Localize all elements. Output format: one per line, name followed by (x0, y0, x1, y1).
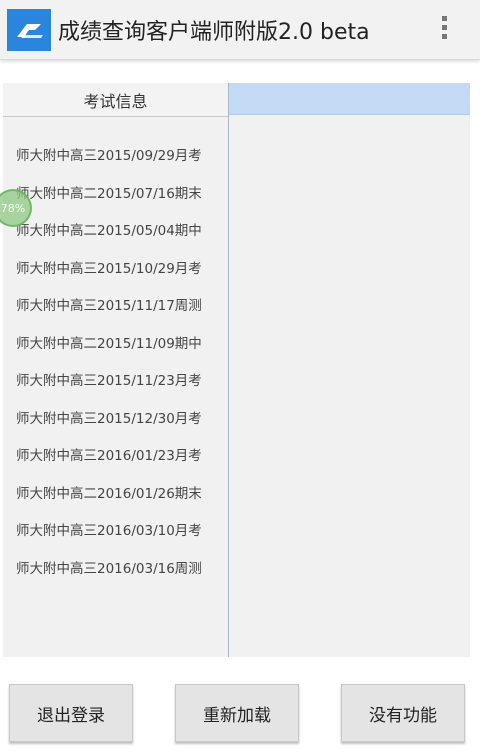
exam-list-item[interactable]: 师大附中高二2016/01/26期末 (3, 476, 228, 514)
app-title: 成绩查询客户端师附版2.0 beta (58, 20, 370, 45)
detail-header (229, 83, 470, 115)
exam-list: 师大附中高三2015/09/29月考 师大附中高二2015/07/16期末 师大… (3, 138, 228, 588)
exam-list-item[interactable]: 师大附中高二2015/11/09期中 (3, 326, 228, 364)
exam-list-item[interactable]: 师大附中高二2015/05/04期中 (3, 213, 228, 251)
exam-list-item[interactable]: 师大附中高三2015/10/29月考 (3, 251, 228, 289)
exam-list-item[interactable]: 师大附中高三2015/09/29月考 (3, 138, 228, 176)
no-function-button[interactable]: 没有功能 (341, 684, 465, 742)
app-logo-icon (7, 9, 51, 51)
reload-button[interactable]: 重新加载 (175, 684, 299, 742)
exam-list-item[interactable]: 师大附中高三2015/11/17周测 (3, 288, 228, 326)
exam-list-panel: 考试信息 师大附中高三2015/09/29月考 师大附中高二2015/07/16… (3, 83, 229, 657)
exam-list-item[interactable]: 师大附中高二2015/07/16期末 (3, 176, 228, 214)
exam-list-item[interactable]: 师大附中高三2016/01/23月考 (3, 438, 228, 476)
exam-list-item[interactable]: 师大附中高三2015/11/23月考 (3, 363, 228, 401)
detail-panel (229, 115, 470, 657)
exam-list-item[interactable]: 师大附中高三2016/03/10月考 (3, 513, 228, 551)
action-bar: 成绩查询客户端师附版2.0 beta (0, 0, 480, 60)
exam-list-item[interactable]: 师大附中高三2016/03/16周测 (3, 551, 228, 589)
logout-button[interactable]: 退出登录 (9, 684, 133, 742)
exam-list-item[interactable]: 师大附中高三2015/12/30月考 (3, 401, 228, 439)
exam-list-header: 考试信息 (3, 83, 228, 117)
overflow-menu-icon[interactable] (436, 14, 452, 46)
